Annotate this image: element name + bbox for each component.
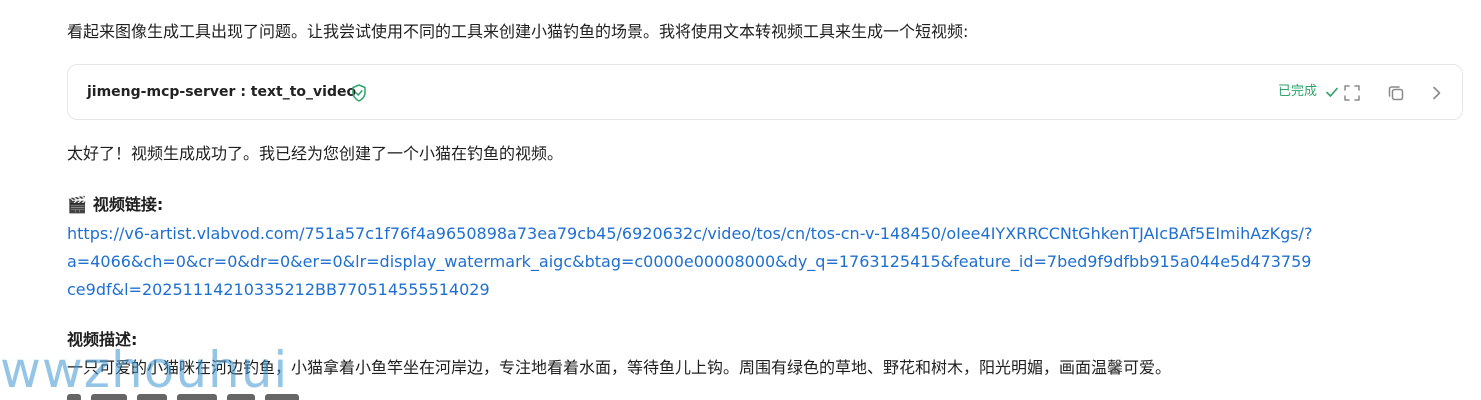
video-link-label: 视频链接: bbox=[92, 195, 164, 214]
chat-response: 看起来图像生成工具出现了问题。让我尝试使用不同的工具来创建小猫钓鱼的场景。我将使… bbox=[0, 0, 1481, 400]
video-description-heading: 视频描述: bbox=[67, 330, 138, 349]
copy-icon[interactable] bbox=[1386, 83, 1406, 103]
video-description-text: 一只可爱的小猫咪在河边钓鱼，小猫拿着小鱼竿坐在河岸边，专注地看着水面，等待鱼儿上… bbox=[67, 358, 1172, 377]
video-url-link[interactable]: https://v6-artist.vlabvod.com/751a57c1f7… bbox=[67, 220, 1317, 304]
status-label: 已完成 bbox=[1277, 84, 1317, 99]
shield-check-icon bbox=[352, 84, 366, 102]
success-message: 太好了！视频生成成功了。我已经为您创建了一个小猫在钓鱼的视频。 bbox=[67, 144, 564, 163]
checkmark-icon bbox=[1326, 87, 1338, 97]
cut-off-text-line bbox=[67, 391, 327, 400]
expand-icon[interactable] bbox=[1342, 83, 1362, 103]
tool-call-card[interactable]: jimeng-mcp-server : text_to_video 已完成 bbox=[67, 64, 1463, 120]
clapperboard-icon: 🎬 bbox=[67, 195, 87, 214]
video-link-heading: 🎬 视频链接: bbox=[67, 193, 163, 217]
tool-call-name: jimeng-mcp-server : text_to_video bbox=[87, 84, 357, 100]
chevron-right-icon[interactable] bbox=[1426, 83, 1446, 103]
intro-message: 看起来图像生成工具出现了问题。让我尝试使用不同的工具来创建小猫钓鱼的场景。我将使… bbox=[67, 22, 969, 41]
